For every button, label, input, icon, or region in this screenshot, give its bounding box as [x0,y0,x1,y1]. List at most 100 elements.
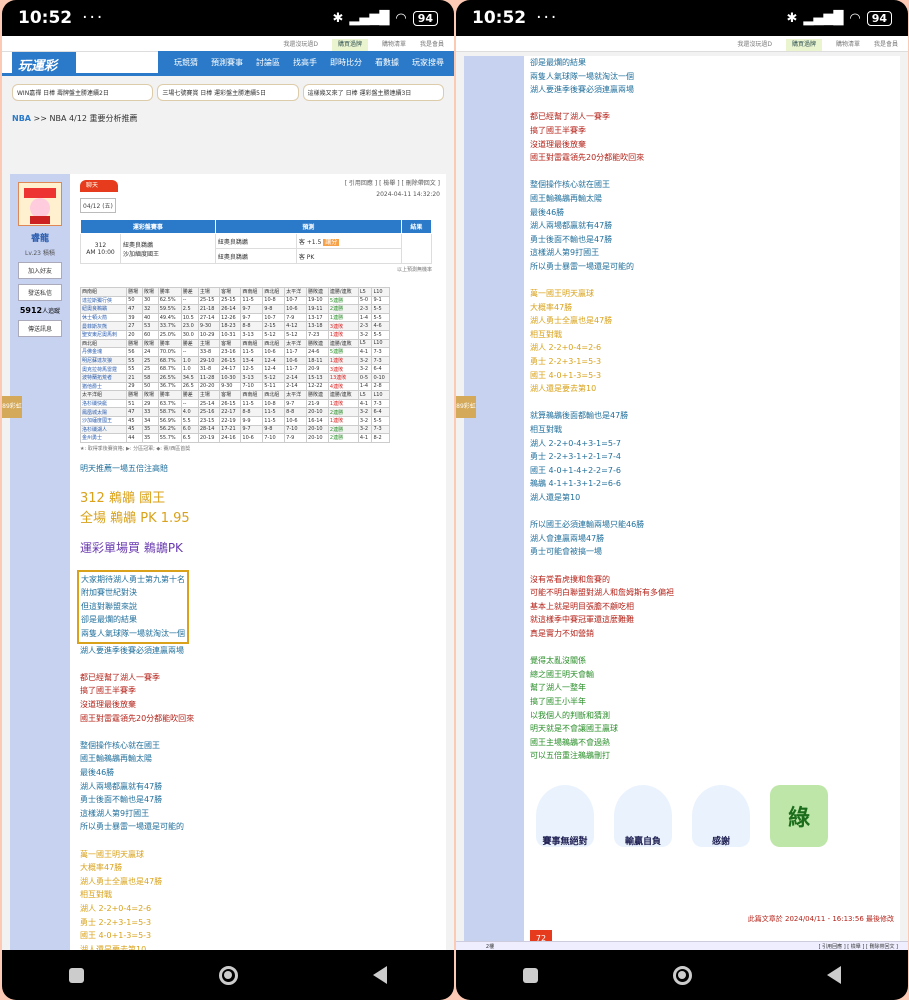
standings-cell: 2-3 [357,321,373,331]
team-away[interactable]: 紐奧良鵜鶘 [123,240,213,249]
standings-cell: 8-8 [240,407,264,417]
post-line: 幫了湖人一整年 [530,683,586,693]
team-name[interactable]: 波特蘭拓荒者 [79,372,128,383]
team-name[interactable]: 休士頓火箭 [79,312,128,323]
top-link-cart[interactable]: 購物清單 [836,39,860,51]
post-meta: [ 引用回應 ] [ 檢舉 ] [ 刪除帶回文 ] 2024-04-11 14:3… [345,178,440,200]
post-line: 相互對戰 [80,890,112,900]
standings-note: ★: 取得季後賽資格; ▶: 分區冠軍; ◆: 賽/西區首獎 [80,445,191,452]
team-name[interactable]: 猶他爵士 [79,381,128,392]
post-line: 卻是最爛的結果 [530,58,586,67]
top-link-play[interactable]: 我還沒玩過D [283,39,318,51]
post-body: 卻是最爛的結果 兩隻人氣球隊一場就淘汰一個 湖人要進季後賽必須連贏兩場 都已經幫了湖… [530,56,894,763]
menu-item[interactable]: 討論區 [256,57,280,68]
standings-cell: 7-10 [240,381,264,392]
standings-cell: 勝敗連 [306,390,329,400]
standings-cell: 20-19 [197,433,221,443]
team-name[interactable]: 洛杉磯快艇 [79,398,128,409]
standings-cell: 45 [126,415,143,426]
team-name[interactable]: 曼菲斯灰熊 [79,321,128,331]
post-date: 04/12 (五) [80,198,116,213]
avatar[interactable] [18,182,62,226]
team-name[interactable]: 奧克拉荷馬雷霆 [79,364,128,374]
top-link-play[interactable]: 我還沒玩過D [737,39,772,51]
site-logo[interactable]: 玩運彩 [12,51,76,74]
team-name[interactable]: 沙加緬度國王 [79,415,128,426]
standings-cell: 西北組 [262,287,286,297]
standings-cell: 5-12 [262,372,286,383]
post-line: 勇士 2-2+3-1+2-1=7-4 [530,452,621,462]
add-friend-button[interactable]: 加入好友 [18,262,62,279]
top-link-cart[interactable]: 購物清單 [382,39,406,51]
home-button[interactable] [218,965,238,985]
post-line: 兩隻人氣球隊一場就淘汰一個 [530,71,634,81]
team-name[interactable]: 達拉斯獨行俠 [79,295,128,306]
back-button[interactable] [826,966,841,984]
pick-odds: 客 +1.5 [298,238,322,246]
team-name[interactable]: 丹佛金塊 [79,347,128,357]
standings-cell: 5-12 [262,329,286,340]
standings-cell: 連勝/連敗 [327,390,359,400]
top-link-bought[interactable]: 購買過牌 [331,39,368,51]
post-line: 覺得太亂沒關係 [530,656,586,666]
menu-item[interactable]: 玩家搜尋 [412,57,444,68]
standings-cell: 27 [126,321,143,331]
standings-cell: 17-21 [219,424,242,435]
promo-item[interactable]: WIN嘉禪 日棒 壽牌盤主勝連續2日 [12,84,154,101]
floor-actions[interactable]: [ 引用回應 ] [ 檢舉 ] [ 刪除帶回文 ] [819,943,908,950]
floating-ad[interactable]: 89彩虹 [2,396,22,418]
team-name[interactable]: 聖安東尼奧馬刺 [79,329,128,340]
standings-cell: 21 [126,372,143,383]
team-name[interactable]: 太平洋組 [79,390,128,400]
battery-icon: 94 [412,10,438,26]
promo-item[interactable]: 這樣幾又來了 日棒 運彩盤主勝連續3日 [302,84,444,101]
floating-ad[interactable]: 89彩虹 [456,396,476,418]
promo-item[interactable]: 三場七號賽賞 日棒 運彩盤主勝連續5日 [157,84,299,101]
team-name[interactable]: 鳳凰城太陽 [79,407,128,417]
team-name[interactable]: 西北組 [79,338,128,349]
send-mail-button[interactable]: 發送私信 [18,284,62,301]
team-name[interactable]: 西南組 [79,287,128,297]
back-button[interactable] [372,966,387,984]
post-actions[interactable]: [ 引用回應 ] [ 檢舉 ] [ 刪除帶回文 ] [345,178,440,189]
browser-viewport[interactable]: 我還沒玩過D 購買過牌 購物清單 我是會員 卻是最爛的結果兩隻人氣球隊一場就淘汰… [456,36,908,950]
menu-item[interactable]: 玩競猜 [174,57,198,68]
post-line: 基本上就是明目張膽不顧吃相 [530,601,634,611]
team-home[interactable]: 沙加緬度國王 [123,249,213,258]
standings-cell: 25-14 [197,398,221,409]
recent-apps-button[interactable] [69,967,85,983]
menu-item[interactable]: 看數據 [375,57,399,68]
standings-cell: 11-5 [240,398,264,409]
menu-item[interactable]: 即時比分 [330,57,362,68]
browser-viewport[interactable]: 我還沒玩過D 購買過牌 購物清單 我是會員 玩運彩 玩競猜 預測賽事 討論區 找… [2,36,454,950]
team-name[interactable]: 明尼蘇達灰狼 [79,355,128,366]
breadcrumb-sport[interactable]: NBA [12,114,31,123]
standings-cell: 33 [141,407,159,417]
standings-cell: 7-9 [284,312,308,323]
team-name[interactable]: 金州勇士 [79,433,128,443]
menu-item[interactable]: 找高手 [293,57,317,68]
team-name[interactable]: 紐奧良鵜鶘 [79,304,128,314]
standings-table: 西南組 勝場 敗場 勝率 勝差 主場 客場 西南組 西北組 太平洋 勝敗連 連勝/連敗 L5 L10 達拉斯… [79,287,390,443]
team-name[interactable]: 洛杉磯湖人 [79,424,128,435]
standings-cell: 11-7 [284,347,308,357]
standings-cell: 7-3 [371,347,390,357]
standings-cell: 45 [126,424,143,435]
top-link-bought[interactable]: 購買過牌 [785,39,822,51]
recent-apps-button[interactable] [523,967,539,983]
menu-item[interactable]: 預測賽事 [211,57,243,68]
standings-cell: 9-7 [240,304,264,314]
top-link-member[interactable]: 我是會員 [874,39,898,51]
home-button[interactable] [672,965,692,985]
standings-cell: 3-13 [240,329,264,340]
standings-cell: 2-3 [357,304,373,314]
standings-cell: 太平洋 [284,287,308,297]
standings-cell: 15-13 [306,372,329,383]
top-link-member[interactable]: 我是會員 [420,39,444,51]
post-line: 湖人兩場都贏就有47勝 [80,781,163,791]
send-message-button[interactable]: 傳送訊息 [18,320,62,337]
username[interactable]: 睿龍 [10,231,70,244]
post-line: 最後46勝 [530,207,565,217]
